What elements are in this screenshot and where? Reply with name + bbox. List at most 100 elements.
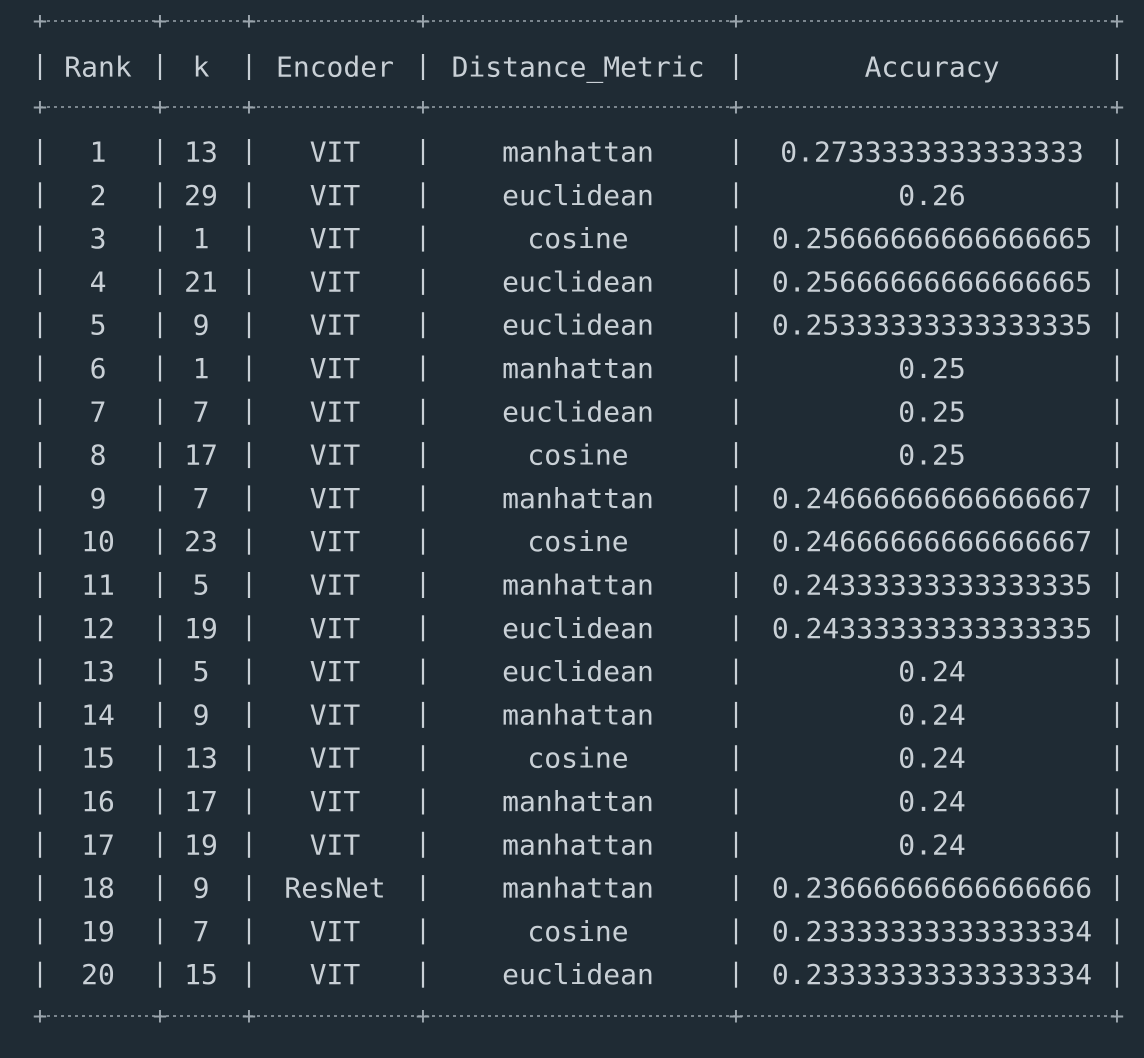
rank-cell: 10 xyxy=(81,525,115,558)
accuracy-cell: 0.24 xyxy=(898,785,965,818)
distance-metric-cell: manhattan xyxy=(502,136,654,169)
encoder-cell: VIT xyxy=(310,352,361,385)
results-table: + + + + + + + + + + + + + + + + + + Rank k Encoder Distance_M… xyxy=(33,7,1124,1030)
accuracy-cell: 0.25333333333333335 xyxy=(772,309,1092,342)
terminal-output: + + + + + + + + + + + + + + + + + + Rank k Encoder Distance_M… xyxy=(0,0,1144,1058)
accuracy-cell: 0.24333333333333335 xyxy=(772,569,1092,602)
k-cell: 13 xyxy=(184,136,218,169)
distance-metric-cell: euclidean xyxy=(502,265,654,298)
distance-metric-cell: cosine xyxy=(527,439,628,472)
encoder-cell: VIT xyxy=(310,395,361,428)
rank-cell: 19 xyxy=(81,915,115,948)
k-cell: 19 xyxy=(184,612,218,645)
rank-cell: 1 xyxy=(90,136,107,169)
encoder-cell: VIT xyxy=(310,222,361,255)
encoder-cell: VIT xyxy=(310,742,361,775)
accuracy-cell: 0.26 xyxy=(898,179,965,212)
border-joint: + xyxy=(729,7,743,35)
accuracy-cell: 0.24 xyxy=(898,698,965,731)
distance-metric-cell: euclidean xyxy=(502,655,654,688)
rank-cell: 4 xyxy=(90,265,107,298)
encoder-cell: VIT xyxy=(310,179,361,212)
accuracy-cell: 0.25666666666666665 xyxy=(772,265,1092,298)
k-cell: 9 xyxy=(193,309,210,342)
column-header-distance-metric: Distance_Metric xyxy=(452,51,705,85)
encoder-cell: VIT xyxy=(310,439,361,472)
k-cell: 1 xyxy=(193,352,210,385)
border-joint: + xyxy=(242,93,256,121)
encoder-cell: VIT xyxy=(310,655,361,688)
encoder-cell: VIT xyxy=(310,265,361,298)
border-joint: + xyxy=(1110,1002,1124,1030)
distance-metric-cell: manhattan xyxy=(502,698,654,731)
accuracy-cell: 0.24 xyxy=(898,742,965,775)
k-cell: 21 xyxy=(184,265,218,298)
distance-metric-cell: manhattan xyxy=(502,352,654,385)
border-joint: + xyxy=(153,1002,167,1030)
column-header-encoder: Encoder xyxy=(276,51,394,84)
encoder-cell: VIT xyxy=(310,525,361,558)
encoder-cell: VIT xyxy=(310,612,361,645)
k-cell: 9 xyxy=(193,872,210,905)
encoder-cell: VIT xyxy=(310,958,361,991)
rank-cell: 15 xyxy=(81,742,115,775)
distance-metric-cell: euclidean xyxy=(502,309,654,342)
accuracy-cell: 0.2733333333333333 xyxy=(780,136,1083,169)
column-header-rank: Rank xyxy=(64,51,132,84)
rank-cell: 11 xyxy=(81,569,115,602)
distance-metric-cell: manhattan xyxy=(502,872,654,905)
k-cell: 5 xyxy=(193,655,210,688)
rank-cell: 5 xyxy=(90,309,107,342)
distance-metric-cell: euclidean xyxy=(502,179,654,212)
rank-cell: 16 xyxy=(81,785,115,818)
distance-metric-cell: euclidean xyxy=(502,395,654,428)
column-header-accuracy: Accuracy xyxy=(865,51,1000,84)
rank-cell: 12 xyxy=(81,612,115,645)
rank-cell: 3 xyxy=(90,222,107,255)
k-cell: 5 xyxy=(193,569,210,602)
k-cell: 15 xyxy=(184,958,218,991)
accuracy-cell: 0.25 xyxy=(898,439,965,472)
distance-metric-cell: cosine xyxy=(527,525,628,558)
rank-cell: 6 xyxy=(90,352,107,385)
rank-cell: 13 xyxy=(81,655,115,688)
k-cell: 7 xyxy=(193,395,210,428)
rank-cell: 7 xyxy=(90,395,107,428)
rank-cell: 9 xyxy=(90,482,107,515)
distance-metric-cell: manhattan xyxy=(502,482,654,515)
border-joint: + xyxy=(1110,7,1124,35)
encoder-cell: VIT xyxy=(310,136,361,169)
encoder-cell: VIT xyxy=(310,698,361,731)
border-joint: + xyxy=(416,1002,430,1030)
distance-metric-cell: cosine xyxy=(527,222,628,255)
accuracy-cell: 0.24333333333333335 xyxy=(772,612,1092,645)
k-cell: 13 xyxy=(184,742,218,775)
k-cell: 1 xyxy=(193,222,210,255)
accuracy-cell: 0.25666666666666665 xyxy=(772,222,1092,255)
k-cell: 17 xyxy=(184,439,218,472)
border-joint: + xyxy=(242,7,256,35)
border-joint: + xyxy=(33,7,47,35)
border-joint: + xyxy=(729,1002,743,1030)
accuracy-cell: 0.24666666666666667 xyxy=(772,525,1092,558)
k-cell: 23 xyxy=(184,525,218,558)
column-header-k: k xyxy=(193,51,210,84)
rank-cell: 18 xyxy=(81,872,115,905)
encoder-cell: VIT xyxy=(310,915,361,948)
accuracy-cell: 0.25 xyxy=(898,352,965,385)
border-joint: + xyxy=(33,93,47,121)
distance-metric-cell: cosine xyxy=(527,742,628,775)
border-joint: + xyxy=(153,93,167,121)
rank-cell: 20 xyxy=(81,958,115,991)
encoder-cell: VIT xyxy=(310,309,361,342)
accuracy-cell: 0.23333333333333334 xyxy=(772,958,1092,991)
k-cell: 7 xyxy=(193,482,210,515)
k-cell: 17 xyxy=(184,785,218,818)
border-joint: + xyxy=(153,7,167,35)
distance-metric-cell: manhattan xyxy=(502,828,654,861)
encoder-cell: VIT xyxy=(310,482,361,515)
border-joint: + xyxy=(729,93,743,121)
k-cell: 19 xyxy=(184,828,218,861)
distance-metric-cell: manhattan xyxy=(502,569,654,602)
border-joint: + xyxy=(416,93,430,121)
